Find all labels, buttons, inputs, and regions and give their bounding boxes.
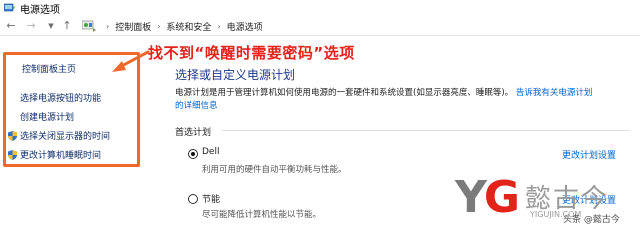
plan-name-power-saver: 节能 bbox=[202, 195, 221, 205]
breadcrumb-power-options[interactable]: 电源选项 bbox=[227, 20, 263, 33]
watermark-logo: YG bbox=[455, 176, 520, 220]
breadcrumb-separator: › bbox=[106, 21, 110, 31]
chevron-down-icon[interactable]: ▼ bbox=[44, 19, 58, 33]
plan-radio-power-saver[interactable] bbox=[188, 194, 198, 204]
up-arrow-icon[interactable]: ↑ bbox=[60, 19, 74, 33]
address-bar: ← → ▼ ↑ › 控制面板 › 系统和安全 › 电源选项 bbox=[0, 16, 640, 36]
watermark-credit: 头条 @懿古今 bbox=[563, 215, 620, 225]
page-description: 电源计划是用于管理计算机如何使用电源的一套硬件和系统设置(如显示器亮度、睡眠等)… bbox=[175, 87, 630, 113]
breadcrumb-separator: › bbox=[157, 21, 161, 31]
breadcrumb: › 控制面板 › 系统和安全 › 电源选项 bbox=[82, 18, 263, 34]
breadcrumb-system-security[interactable]: 系统和安全 bbox=[166, 20, 211, 33]
back-arrow-icon[interactable]: ← bbox=[4, 19, 18, 33]
forward-arrow-icon[interactable]: → bbox=[24, 19, 38, 33]
annotation-callout: 找不到“唤醒时需要密码”选项 bbox=[148, 44, 355, 62]
breadcrumb-separator: › bbox=[217, 21, 221, 31]
watermark-logo-g: G bbox=[483, 172, 520, 223]
window-title: 电源选项 bbox=[20, 5, 60, 16]
section-label-preferred: 首选计划 bbox=[175, 128, 212, 138]
watermark-logo-y: Y bbox=[455, 172, 487, 223]
power-plan-details-link[interactable]: 的详细信息 bbox=[175, 101, 218, 111]
plan-desc-dell: 利用可用的硬件自动平衡功耗与性能。 bbox=[202, 165, 347, 175]
breadcrumb-control-panel[interactable]: 控制面板 bbox=[115, 20, 151, 33]
description-text: 电源计划是用于管理计算机如何使用电源的一套硬件和系统设置(如显示器亮度、睡眠等)… bbox=[175, 88, 514, 98]
plan-radio-dell[interactable] bbox=[188, 149, 198, 159]
change-plan-settings-dell[interactable]: 更改计划设置 bbox=[562, 148, 616, 161]
page-title: 选择或自定义电源计划 bbox=[175, 68, 296, 82]
plan-desc-power-saver: 尽可能降低计算机性能以节能。 bbox=[202, 210, 322, 220]
section-divider bbox=[222, 130, 630, 131]
control-panel-icon bbox=[82, 20, 96, 32]
power-plan-info-link[interactable]: 告诉我有关电源计划 bbox=[516, 88, 593, 98]
power-options-icon bbox=[4, 3, 15, 12]
annotation-arrow bbox=[112, 50, 150, 72]
title-bar: 电源选项 bbox=[0, 0, 640, 16]
plan-name-dell: Dell bbox=[202, 147, 220, 157]
